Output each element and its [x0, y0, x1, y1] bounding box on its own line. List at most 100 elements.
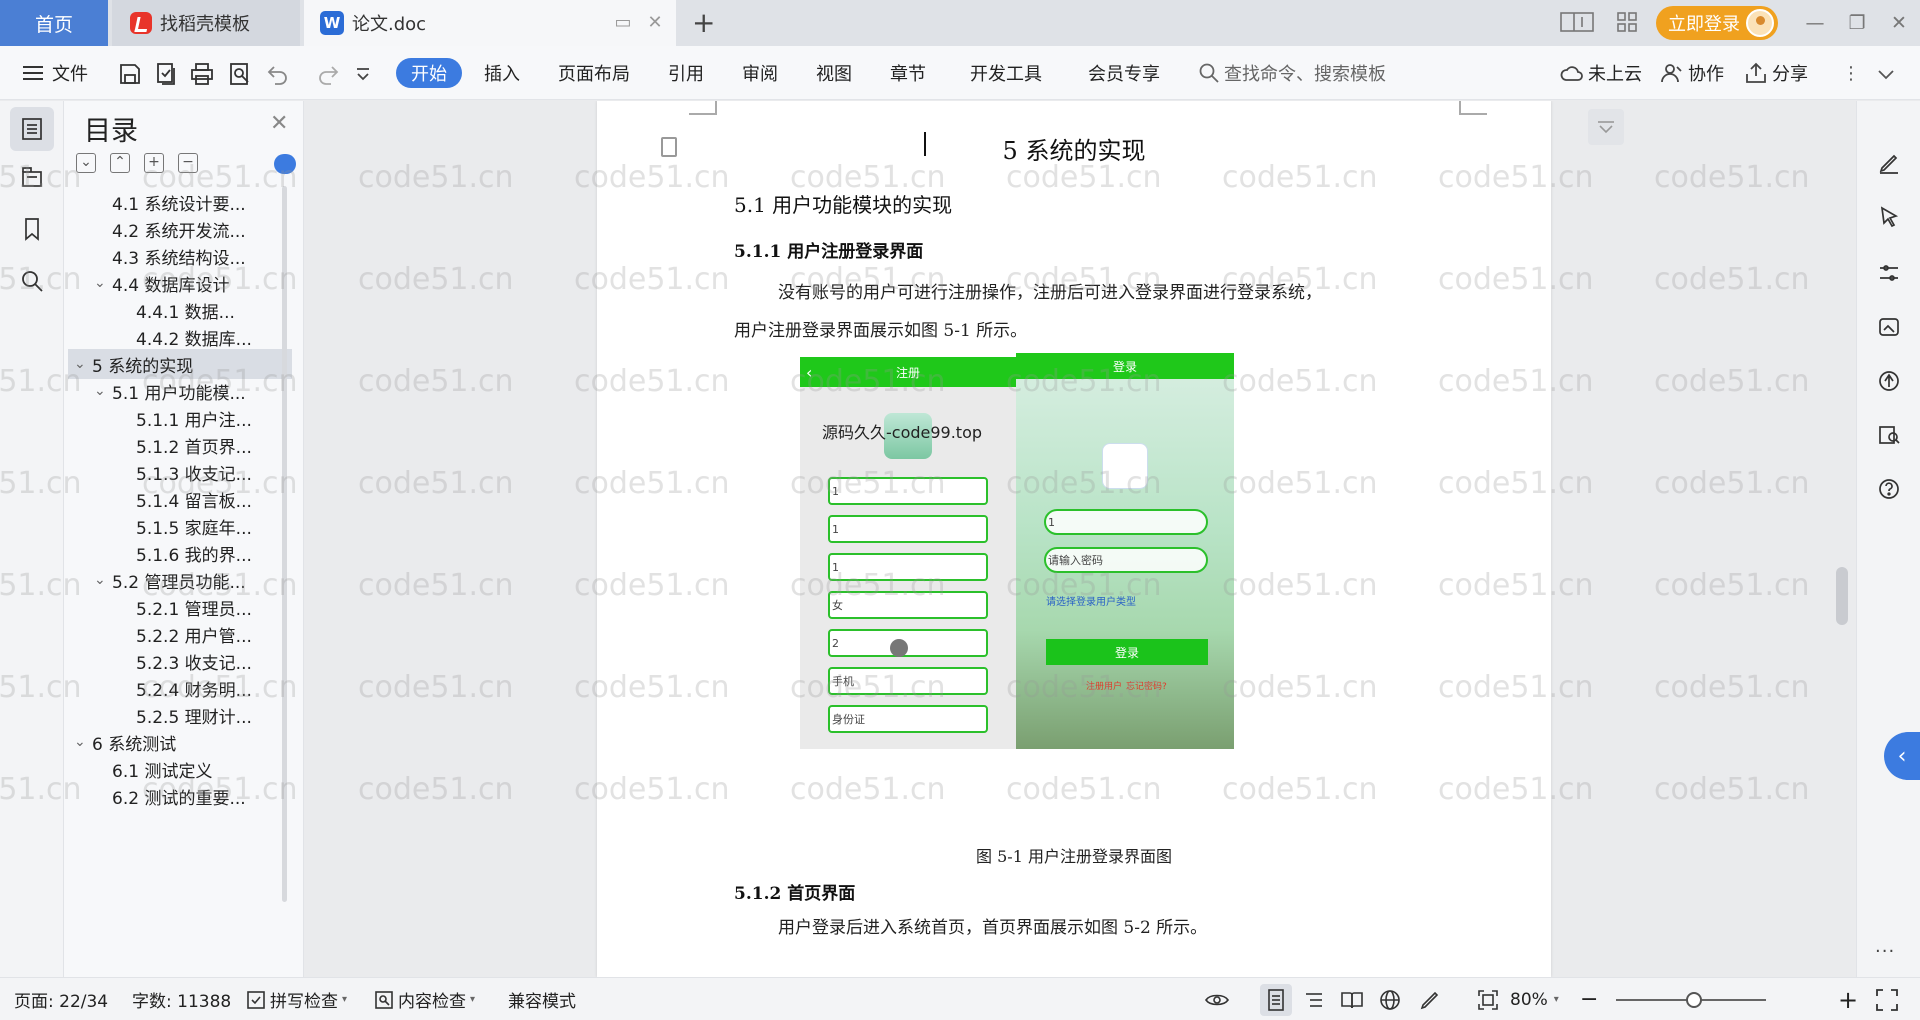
- print-preview-icon[interactable]: [228, 62, 252, 86]
- image-tools-icon[interactable]: [1877, 315, 1901, 339]
- toc-item[interactable]: 6.1 测试定义: [68, 754, 292, 784]
- toc-item[interactable]: ⌄ 5.2 管理员功能...: [68, 565, 292, 595]
- chevron-down-icon[interactable]: ⌄: [74, 734, 92, 750]
- toc-item[interactable]: ⌄ 4.4 数据库设计: [68, 268, 292, 298]
- more-horizontal-icon[interactable]: ···: [1875, 941, 1895, 962]
- login-button[interactable]: 立即登录: [1656, 6, 1778, 40]
- pen-icon[interactable]: [1877, 151, 1901, 175]
- subsection-heading[interactable]: 5.1.1 用户注册登录界面: [734, 237, 923, 262]
- toc-item[interactable]: 4.4.1 数据...: [68, 295, 292, 325]
- toc-item[interactable]: 6.2 测试的重要...: [68, 781, 292, 811]
- print-icon[interactable]: [190, 62, 214, 86]
- toc-item[interactable]: ⌄ 5.1 用户功能模...: [68, 376, 292, 406]
- toc-item[interactable]: 5.1.5 家庭年...: [68, 511, 292, 541]
- tab-references[interactable]: 引用: [668, 46, 704, 100]
- tab-float-icon[interactable]: ▭: [612, 12, 634, 34]
- toc-item[interactable]: 5.2.4 财务明...: [68, 673, 292, 703]
- toc-item[interactable]: 5.1.3 收支记...: [68, 457, 292, 487]
- find-button[interactable]: [10, 259, 54, 303]
- toc-item[interactable]: 5.2.3 收支记...: [68, 646, 292, 676]
- page-indicator[interactable]: 页面: 22/34: [14, 978, 108, 1020]
- zoom-level[interactable]: 80% ▾: [1510, 978, 1559, 1020]
- save-icon[interactable]: [118, 62, 142, 86]
- zoom-in-button[interactable]: +: [1838, 978, 1858, 1020]
- tab-review[interactable]: 审阅: [742, 46, 778, 100]
- remove-heading-icon[interactable]: −: [178, 153, 198, 173]
- outline-view-icon[interactable]: [1302, 988, 1326, 1012]
- close-icon[interactable]: ✕: [270, 111, 288, 136]
- document-page[interactable]: 5 系统的实现 5.1 用户功能模块的实现 5.1.1 用户注册登录界面 没有账…: [597, 101, 1551, 977]
- chapter-heading[interactable]: 5 系统的实现: [597, 131, 1551, 166]
- collaborate-button[interactable]: 协作: [1660, 46, 1724, 100]
- sliders-icon[interactable]: [1877, 261, 1901, 285]
- compat-mode[interactable]: 兼容模式: [508, 978, 576, 1020]
- chevron-down-icon[interactable]: ⌄: [94, 572, 112, 588]
- toc-item[interactable]: ⌄ 6 系统测试: [68, 727, 292, 757]
- toc-panel-button[interactable]: [10, 107, 54, 151]
- section-heading[interactable]: 5.1 用户功能模块的实现: [734, 189, 952, 218]
- layout-icon[interactable]: [1560, 11, 1594, 35]
- toc-item[interactable]: 4.3 系统结构设...: [68, 241, 292, 271]
- bookmark-button[interactable]: [10, 207, 54, 251]
- toc-item[interactable]: 4.2 系统开发流...: [68, 214, 292, 244]
- export-pdf-icon[interactable]: [154, 62, 178, 86]
- paragraph-line[interactable]: 用户登录后进入系统首页，首页界面展示如图 5-2 所示。: [778, 913, 1207, 938]
- more-vertical-icon[interactable]: ⋮: [1842, 46, 1860, 100]
- toc-sync-toggle[interactable]: [274, 154, 296, 174]
- minimize-icon[interactable]: —: [1802, 11, 1828, 35]
- chevron-down-icon[interactable]: ⌄: [74, 356, 92, 372]
- tab-member[interactable]: 会员专享: [1088, 46, 1160, 100]
- apps-grid-icon[interactable]: [1614, 11, 1640, 35]
- pointer-icon[interactable]: [1877, 205, 1901, 229]
- share-button[interactable]: 分享: [1744, 46, 1808, 100]
- undo-icon[interactable]: [266, 62, 290, 86]
- document-scrollbar[interactable]: [1836, 101, 1856, 977]
- spell-check-button[interactable]: 拼写检查 ▾: [246, 978, 347, 1020]
- new-tab-button[interactable]: +: [692, 6, 715, 40]
- tab-close-icon[interactable]: ✕: [644, 12, 666, 34]
- chevron-down-icon[interactable]: [354, 62, 372, 86]
- tab-home[interactable]: 首页: [0, 0, 108, 46]
- eye-protection-icon[interactable]: [1204, 988, 1230, 1012]
- paragraph-line[interactable]: 没有账号的用户可进行注册操作，注册后可进入登录界面进行登录系统，: [778, 274, 1458, 312]
- tab-home-ribbon[interactable]: 开始: [396, 58, 462, 88]
- fullscreen-icon[interactable]: [1874, 987, 1900, 1013]
- help-icon[interactable]: [1877, 477, 1901, 501]
- subsection-heading[interactable]: 5.1.2 首页界面: [734, 879, 855, 904]
- annotate-icon[interactable]: [1418, 988, 1442, 1012]
- chapter-nav-button[interactable]: [10, 155, 54, 199]
- toc-item[interactable]: 4.4.2 数据库...: [68, 322, 292, 352]
- word-count[interactable]: 字数: 11388: [132, 978, 231, 1020]
- tab-insert[interactable]: 插入: [484, 46, 520, 100]
- expand-all-icon[interactable]: ⌄: [76, 153, 96, 173]
- close-window-icon[interactable]: ✕: [1886, 11, 1912, 35]
- toc-item[interactable]: 5.1.2 首页界...: [68, 430, 292, 460]
- toc-scrollbar[interactable]: [282, 186, 287, 902]
- file-menu[interactable]: 文件: [22, 46, 88, 100]
- review-icon[interactable]: [1877, 423, 1901, 447]
- redo-icon[interactable]: [316, 62, 340, 86]
- toc-item[interactable]: 5.2.2 用户管...: [68, 619, 292, 649]
- command-search[interactable]: 查找命令、搜索模板: [1198, 58, 1398, 88]
- toc-item[interactable]: 5.2.5 理财计...: [68, 700, 292, 730]
- tab-chapter[interactable]: 章节: [890, 46, 926, 100]
- sparkle-icon[interactable]: [1877, 369, 1901, 393]
- tab-developer[interactable]: 开发工具: [970, 46, 1042, 100]
- toc-item[interactable]: 5.1.4 留言板...: [68, 484, 292, 514]
- collapse-ribbon-icon[interactable]: [1874, 62, 1898, 86]
- collapse-all-icon[interactable]: ⌃: [110, 153, 130, 173]
- page-view-button[interactable]: [1260, 984, 1292, 1016]
- fit-page-icon[interactable]: [1476, 988, 1500, 1012]
- chevron-down-icon[interactable]: ⌄: [94, 275, 112, 291]
- figure-caption[interactable]: 图 5-1 用户注册登录界面图: [597, 843, 1551, 867]
- toc-item[interactable]: 5.1.1 用户注...: [68, 403, 292, 433]
- content-check-button[interactable]: 内容检查 ▾: [374, 978, 475, 1020]
- toc-item[interactable]: ⌄ 5 系统的实现: [68, 349, 292, 379]
- web-view-icon[interactable]: [1378, 988, 1402, 1012]
- toc-item[interactable]: 5.2.1 管理员...: [68, 592, 292, 622]
- zoom-slider-handle[interactable]: [1686, 992, 1702, 1008]
- chevron-down-icon[interactable]: ⌄: [94, 383, 112, 399]
- add-heading-icon[interactable]: +: [144, 153, 164, 173]
- toc-item[interactable]: 4.1 系统设计要...: [68, 187, 292, 217]
- tab-template[interactable]: 找稻壳模板: [112, 0, 300, 46]
